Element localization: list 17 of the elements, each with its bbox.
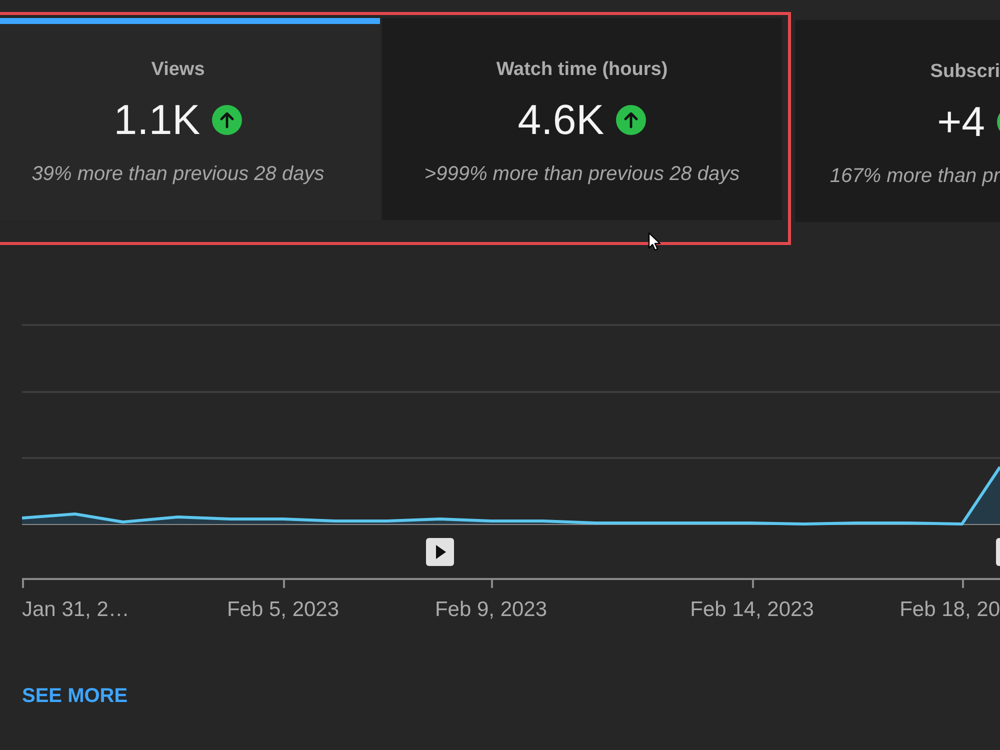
axis-label: Feb 18, 20	[900, 598, 1000, 622]
play-icon[interactable]	[426, 538, 454, 566]
cursor-icon	[648, 232, 661, 251]
metric-value: 4.6K	[518, 95, 604, 145]
metric-title: Views	[151, 58, 205, 82]
metric-value: 1.1K	[114, 95, 200, 145]
metric-title: Watch time (hours)	[496, 58, 668, 82]
axis-label: Feb 14, 2023	[690, 598, 814, 622]
axis-label: Jan 31, 2…	[22, 598, 130, 622]
metric-value: +4	[937, 97, 985, 147]
metric-card[interactable]: Watch time (hours) 4.6K >999% more than previous 28 days	[382, 18, 782, 220]
axis-label: Feb 5, 2023	[226, 598, 340, 622]
comparison-text: >999% more than previous 28 days	[424, 162, 740, 186]
comparison-text: 39% more than previous 28 days	[32, 162, 324, 186]
axis-label: Feb 9, 2023	[434, 598, 548, 622]
see-more-link[interactable]: SEE MORE	[22, 684, 128, 708]
metric-title: Subscri	[930, 60, 1000, 84]
